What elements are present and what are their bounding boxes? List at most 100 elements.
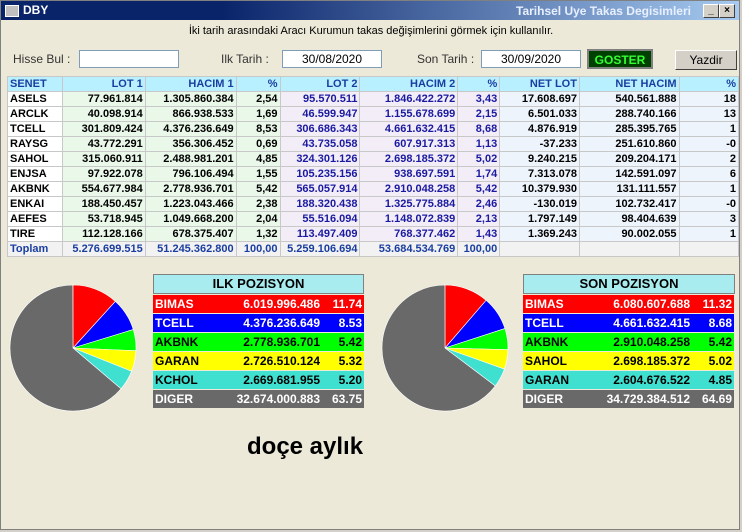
value-cell[interactable]: 2,15 [457,106,501,122]
value-cell[interactable]: 100,00 [457,241,501,257]
col-header[interactable]: % [235,76,281,92]
stock-cell[interactable]: AEFES [7,211,63,227]
value-cell[interactable]: 1,74 [457,166,501,182]
value-cell[interactable]: 51.245.362.800 [144,241,237,257]
search-input[interactable] [79,50,179,68]
value-cell[interactable]: 1.797.149 [499,211,580,227]
value-cell[interactable]: 2.488.981.201 [144,151,237,167]
value-cell[interactable]: 2,38 [235,196,281,212]
value-cell[interactable]: 8,53 [235,121,281,137]
value-cell[interactable]: -130.019 [499,196,580,212]
value-cell[interactable]: 1.155.678.699 [359,106,459,122]
stock-cell[interactable]: RAYSG [7,136,63,152]
stock-cell[interactable]: ENJSA [7,166,63,182]
value-cell[interactable]: 95.570.511 [279,91,361,107]
col-header[interactable]: LOT 1 [61,76,146,92]
value-cell[interactable]: -37.233 [499,136,580,152]
value-cell[interactable]: 77.961.814 [61,91,146,107]
value-cell[interactable]: 1,13 [457,136,501,152]
value-cell[interactable]: 43.772.291 [61,136,146,152]
value-cell[interactable]: 565.057.914 [279,181,361,197]
table-row[interactable]: TCELL 301.809.424 4.376.236.649 8,53 306.686… [7,121,739,137]
value-cell[interactable]: 4,85 [235,151,281,167]
value-cell[interactable]: 4.876.919 [499,121,580,137]
close-icon[interactable]: × [719,4,735,18]
value-cell[interactable]: 1,43 [457,226,501,242]
table-row[interactable]: SAHOL 315.060.911 2.488.981.201 4,85 324.301… [7,151,739,167]
value-cell[interactable]: 285.395.765 [578,121,680,137]
col-header[interactable]: HACIM 2 [359,76,459,92]
value-cell[interactable]: 188.320.438 [279,196,361,212]
show-button[interactable]: GOSTER [587,49,653,69]
table-row[interactable]: AEFES 53.718.945 1.049.668.200 2,04 55.516.0… [7,211,739,227]
value-cell[interactable]: 2,46 [457,196,501,212]
value-cell[interactable]: 2.910.048.258 [359,181,459,197]
value-cell[interactable]: -0 [678,136,739,152]
col-header[interactable]: SENET [7,76,63,92]
value-cell[interactable]: 3 [678,211,739,227]
table-row[interactable]: AKBNK 554.677.984 2.778.936.701 5,42 565.057… [7,181,739,197]
value-cell[interactable]: 4.376.236.649 [144,121,237,137]
value-cell[interactable]: 1.325.775.884 [359,196,459,212]
value-cell[interactable]: 40.098.914 [61,106,146,122]
value-cell[interactable]: 97.922.078 [61,166,146,182]
col-header[interactable]: % [457,76,501,92]
value-cell[interactable]: 3,43 [457,91,501,107]
value-cell[interactable]: 90.002.055 [578,226,680,242]
value-cell[interactable]: 678.375.407 [144,226,237,242]
value-cell[interactable]: 540.561.888 [578,91,680,107]
col-header[interactable]: HACIM 1 [144,76,237,92]
col-header[interactable]: NET HACIM [578,76,680,92]
value-cell[interactable]: 1.846.422.272 [359,91,459,107]
value-cell[interactable]: 251.610.860 [578,136,680,152]
value-cell[interactable]: 188.450.457 [61,196,146,212]
col-header[interactable]: NET LOT [499,76,580,92]
value-cell[interactable]: 324.301.126 [279,151,361,167]
value-cell[interactable]: 938.697.591 [359,166,459,182]
end-date-field[interactable] [481,50,581,68]
value-cell[interactable]: 796.106.494 [144,166,237,182]
value-cell[interactable]: 55.516.094 [279,211,361,227]
value-cell[interactable]: 17.608.697 [499,91,580,107]
table-row[interactable]: RAYSG 43.772.291 356.306.452 0,69 43.735.058… [7,136,739,152]
value-cell[interactable]: 1.148.072.839 [359,211,459,227]
value-cell[interactable]: 6 [678,166,739,182]
value-cell[interactable]: 768.377.462 [359,226,459,242]
stock-cell[interactable]: SAHOL [7,151,63,167]
value-cell[interactable]: 10.379.930 [499,181,580,197]
minimize-icon[interactable]: _ [703,4,719,18]
value-cell[interactable]: 306.686.343 [279,121,361,137]
value-cell[interactable]: 2 [678,151,739,167]
value-cell[interactable]: 113.497.409 [279,226,361,242]
value-cell[interactable]: -0 [678,196,739,212]
value-cell[interactable]: 1 [678,121,739,137]
value-cell[interactable]: 209.204.171 [578,151,680,167]
table-row[interactable]: ENJSA 97.922.078 796.106.494 1,55 105.235.15… [7,166,739,182]
value-cell[interactable]: 7.313.078 [499,166,580,182]
value-cell[interactable]: 5.276.699.515 [61,241,146,257]
value-cell[interactable]: 356.306.452 [144,136,237,152]
value-cell[interactable]: 554.677.984 [61,181,146,197]
value-cell[interactable]: 0,69 [235,136,281,152]
value-cell[interactable]: 46.599.947 [279,106,361,122]
table-row[interactable]: ASELS 77.961.814 1.305.860.384 2,54 95.570.5… [7,91,739,107]
value-cell[interactable]: 5,02 [457,151,501,167]
table-row[interactable]: ARCLK 40.098.914 866.938.533 1,69 46.599.947… [7,106,739,122]
value-cell[interactable]: 5,42 [457,181,501,197]
stock-cell[interactable]: AKBNK [7,181,63,197]
value-cell[interactable]: 13 [678,106,739,122]
value-cell[interactable]: 1.223.043.466 [144,196,237,212]
value-cell[interactable]: 1,32 [235,226,281,242]
value-cell[interactable]: 53.718.945 [61,211,146,227]
stock-cell[interactable]: ARCLK [7,106,63,122]
value-cell[interactable]: 142.591.097 [578,166,680,182]
value-cell[interactable]: 607.917.313 [359,136,459,152]
value-cell[interactable]: 6.501.033 [499,106,580,122]
value-cell[interactable]: 100,00 [235,241,281,257]
value-cell[interactable]: 112.128.166 [61,226,146,242]
table-row[interactable]: TIRE 112.128.166 678.375.407 1,32 113.497.40… [7,226,739,242]
value-cell[interactable]: 301.809.424 [61,121,146,137]
print-button[interactable]: Yazdir [675,50,737,70]
value-cell[interactable]: 866.938.533 [144,106,237,122]
value-cell[interactable]: 18 [678,91,739,107]
